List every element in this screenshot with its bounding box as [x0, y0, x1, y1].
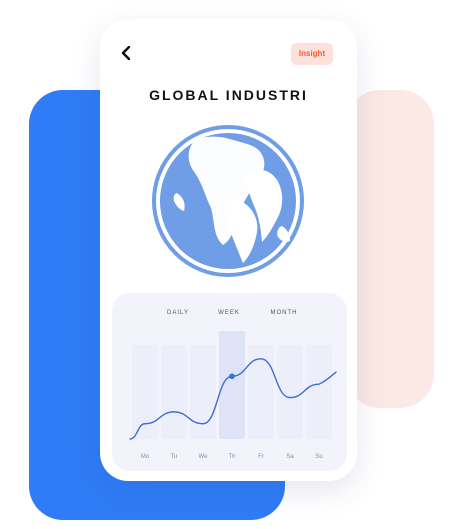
chevron-left-icon [121, 46, 131, 60]
insight-badge[interactable]: Insight [291, 43, 333, 65]
day-label-we: We [198, 454, 208, 460]
chart-columns [132, 331, 332, 439]
day-label-sa: Sa [286, 454, 294, 460]
globe-icon [152, 125, 304, 277]
day-label-th: Th [228, 454, 236, 460]
day-label-tu: Tu [170, 454, 178, 460]
day-label-fr: Fr [258, 454, 264, 460]
chart-column-su [306, 345, 332, 439]
phone-screen: Insight GLOBAL INDUSTRI DAILY WEEK MONTH… [100, 19, 357, 481]
chart-column-mo [132, 345, 158, 439]
line-chart [129, 331, 337, 440]
chart-column-we [190, 345, 216, 439]
day-label-su: Su [315, 454, 323, 460]
day-label-mo: Mo [140, 454, 150, 460]
current-point [229, 373, 235, 380]
background-pink-panel [346, 90, 434, 408]
chart-column-tu [161, 345, 187, 439]
chart-card: DAILY WEEK MONTH Mo Tu We Th Fr Sa Su [112, 293, 347, 471]
back-button[interactable] [118, 43, 134, 63]
page-title: GLOBAL INDUSTRI [149, 87, 308, 103]
